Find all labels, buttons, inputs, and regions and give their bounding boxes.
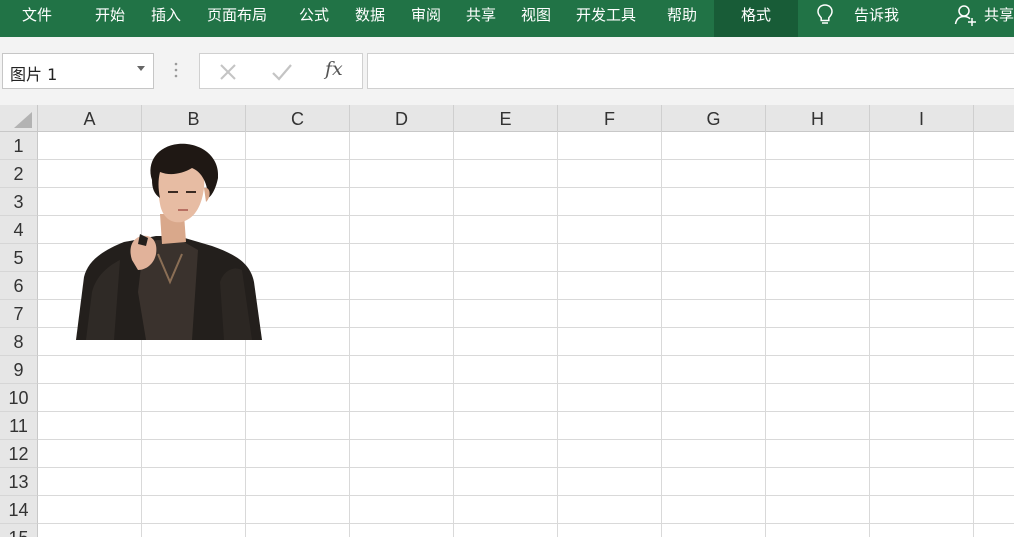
cancel-icon[interactable] [216,60,240,84]
row-header-8[interactable]: 8 [0,328,38,356]
column-header-d[interactable]: D [350,105,454,132]
row-header-2[interactable]: 2 [0,160,38,188]
tab-developer[interactable]: 开发工具 [576,0,636,37]
column-header-i[interactable]: I [870,105,974,132]
row-header-9[interactable]: 9 [0,356,38,384]
formula-buttons: fx [199,53,363,89]
row-header-1[interactable]: 1 [0,132,38,160]
chevron-down-icon[interactable] [137,66,145,72]
formula-bar-area: 图片 1 fx [0,37,1014,105]
tab-home[interactable]: 开始 [95,0,125,37]
row-header-15[interactable]: 15 [0,524,38,537]
tab-formulas[interactable]: 公式 [299,0,329,37]
tab-file[interactable]: 文件 [22,0,52,37]
insert-function-button[interactable]: fx [325,58,343,80]
column-header-e[interactable]: E [454,105,558,132]
tab-data[interactable]: 数据 [355,0,385,37]
ribbon-tab-bar: 文件 开始 插入 页面布局 公式 数据 审阅 共享 视图 开发工具 帮助 格式 … [0,0,1014,37]
tell-me-search[interactable]: 告诉我 [854,0,899,37]
tab-view[interactable]: 视图 [521,0,551,37]
row-header-14[interactable]: 14 [0,496,38,524]
row-header-12[interactable]: 12 [0,440,38,468]
tab-insert[interactable]: 插入 [151,0,181,37]
row-header-3[interactable]: 3 [0,188,38,216]
column-header-b[interactable]: B [142,105,246,132]
row-header-11[interactable]: 11 [0,412,38,440]
name-box[interactable]: 图片 1 [2,53,154,89]
enter-check-icon[interactable] [270,60,294,84]
name-box-value: 图片 1 [10,65,58,84]
row-header-4[interactable]: 4 [0,216,38,244]
row-header-7[interactable]: 7 [0,300,38,328]
row-header-6[interactable]: 6 [0,272,38,300]
inserted-picture[interactable] [74,142,264,342]
column-header-c[interactable]: C [246,105,350,132]
column-header-f[interactable]: F [558,105,662,132]
tab-review[interactable]: 审阅 [411,0,441,37]
select-all-button[interactable] [0,105,38,132]
column-header-a[interactable]: A [38,105,142,132]
tab-page-layout[interactable]: 页面布局 [207,0,267,37]
tab-format[interactable]: 格式 [714,0,798,37]
select-all-triangle-icon [14,112,32,128]
person-add-icon [954,5,976,26]
row-header-13[interactable]: 13 [0,468,38,496]
row-header-5[interactable]: 5 [0,244,38,272]
column-header-h[interactable]: H [766,105,870,132]
resize-handle-icon[interactable] [174,62,178,78]
share-button[interactable]: 共享 [984,0,1014,37]
tab-share[interactable]: 共享 [466,0,496,37]
formula-input[interactable] [367,53,1014,89]
lightbulb-icon [817,4,833,24]
column-header-g[interactable]: G [662,105,766,132]
tab-help[interactable]: 帮助 [667,0,697,37]
row-header-10[interactable]: 10 [0,384,38,412]
